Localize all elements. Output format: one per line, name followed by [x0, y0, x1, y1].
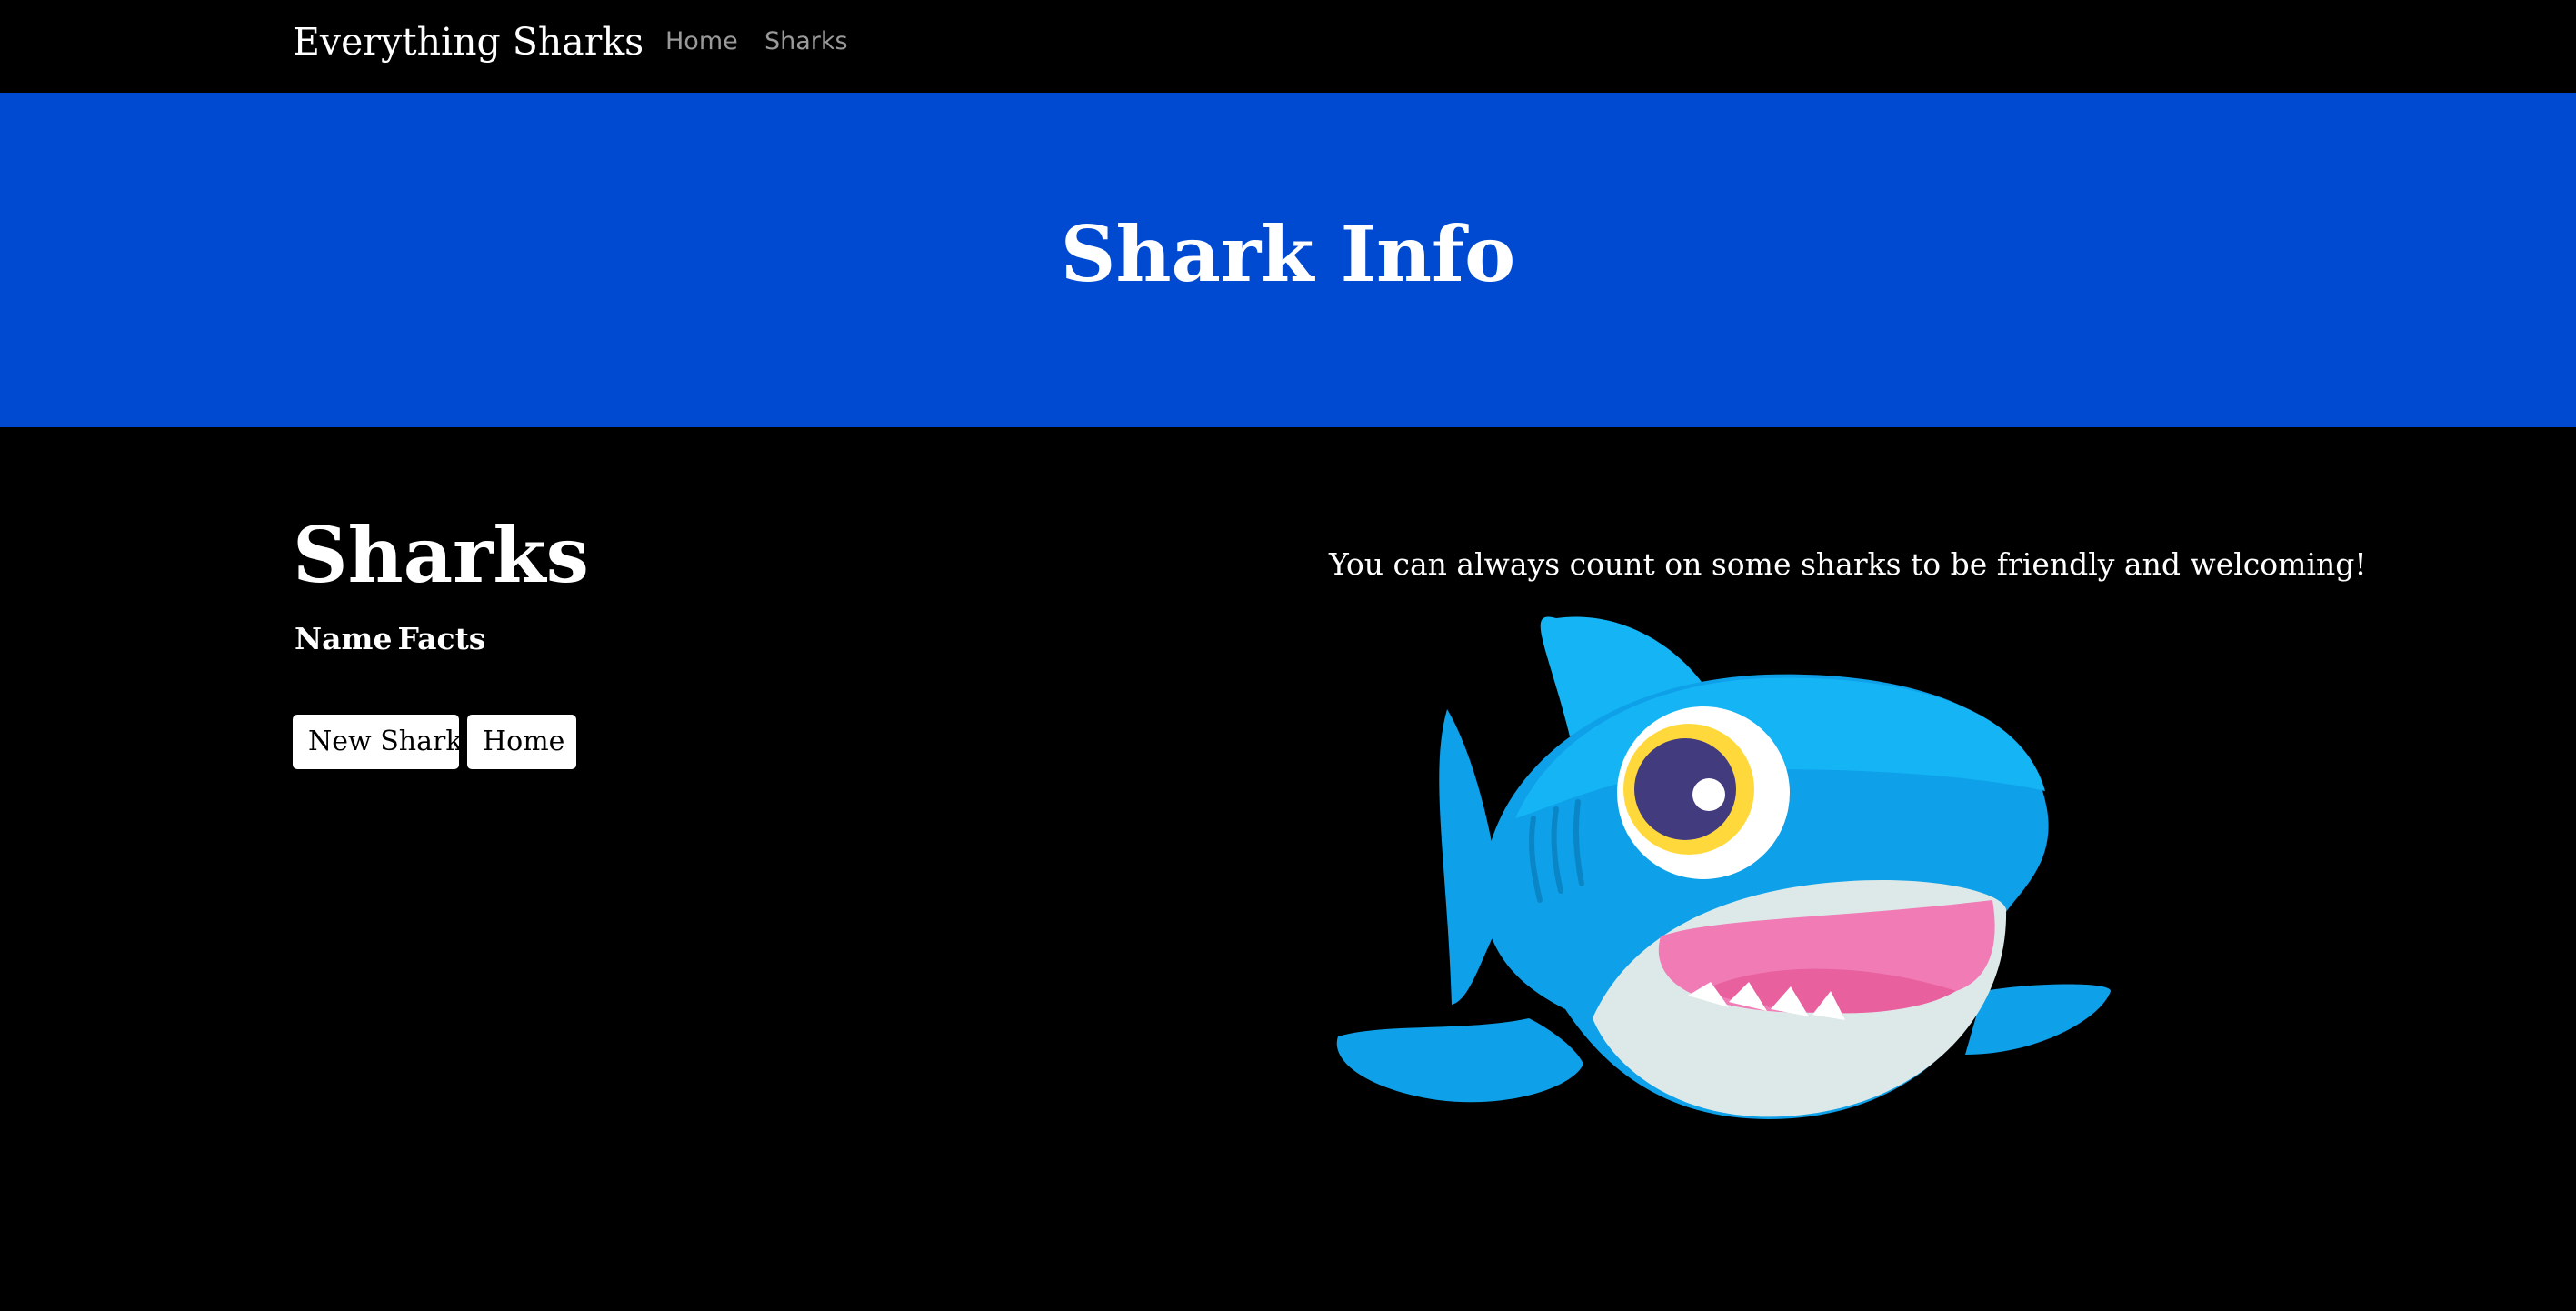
sharks-table-header: Name Facts	[295, 618, 485, 660]
shark-caption: You can always count on some sharks to b…	[1329, 546, 2367, 582]
top-navbar: Everything Sharks Home Sharks	[0, 0, 2576, 93]
home-button[interactable]: Home	[467, 715, 576, 769]
brand-link[interactable]: Everything Sharks	[293, 15, 644, 69]
nav-link-sharks[interactable]: Sharks	[764, 25, 848, 58]
new-shark-button[interactable]: New Shark	[293, 715, 463, 769]
hero-banner: Shark Info	[0, 93, 2576, 427]
column-header-facts: Facts	[397, 621, 486, 656]
section-title: Sharks	[293, 510, 589, 600]
nav-link-home[interactable]: Home	[665, 25, 738, 58]
shark-illustration	[1336, 616, 2111, 1119]
column-header-name: Name	[295, 621, 393, 656]
page-title: Shark Info	[1060, 209, 1516, 299]
